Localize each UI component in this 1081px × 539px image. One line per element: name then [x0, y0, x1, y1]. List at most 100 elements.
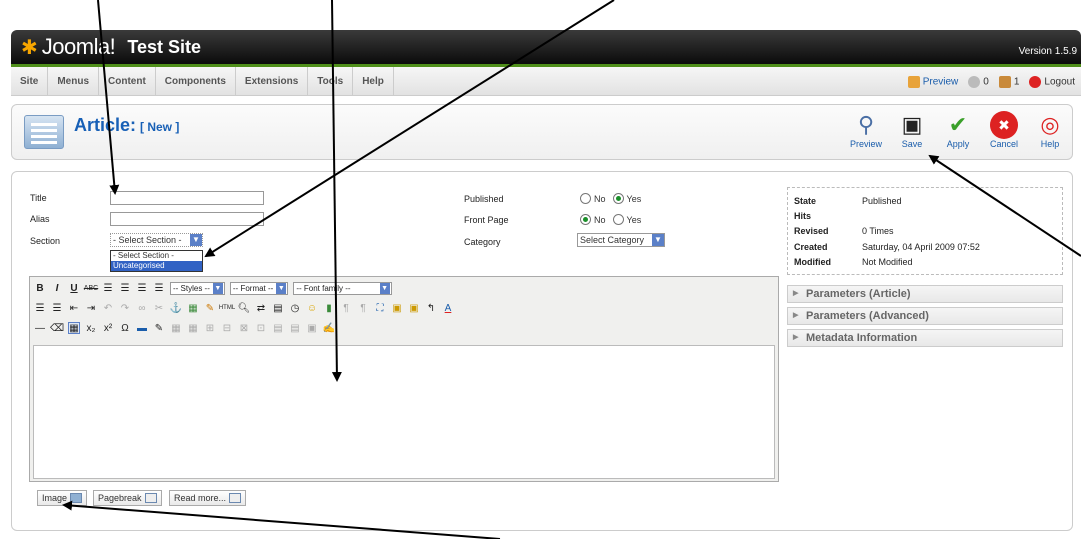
- media-icon[interactable]: ▮: [323, 302, 335, 314]
- apply-button[interactable]: ✔ Apply: [942, 111, 974, 149]
- magnifier-icon: ⚲: [857, 112, 875, 137]
- align-right-icon[interactable]: ☰: [136, 282, 148, 294]
- rtl-icon[interactable]: ¶: [357, 302, 369, 314]
- insert-time-icon[interactable]: ◷: [289, 302, 301, 314]
- section-select[interactable]: - Select Section - ▼: [110, 233, 203, 247]
- emoticon-icon[interactable]: ☺: [306, 302, 318, 314]
- version-label: Version 1.5.9: [1018, 46, 1077, 57]
- pagebreak-button[interactable]: Pagebreak: [93, 490, 162, 506]
- horizontal-rule-icon[interactable]: —: [34, 322, 46, 334]
- underline-icon[interactable]: U: [68, 282, 80, 294]
- line-icon[interactable]: ▬: [136, 322, 148, 334]
- find-icon[interactable]: 🔍︎: [238, 302, 251, 314]
- menu-menus[interactable]: Menus: [48, 66, 100, 96]
- image-button[interactable]: Image: [37, 490, 88, 506]
- insert-date-icon[interactable]: ▤: [272, 302, 284, 314]
- menu-site[interactable]: Site: [11, 66, 49, 96]
- category-select[interactable]: Select Category ▼: [577, 233, 665, 247]
- editor-content-area[interactable]: [33, 345, 775, 479]
- section-option-highlighted[interactable]: Uncategorised: [111, 261, 202, 271]
- anchor-icon[interactable]: ⚓: [170, 302, 182, 314]
- html-icon[interactable]: HTML: [219, 302, 235, 314]
- menu-extensions[interactable]: Extensions: [236, 66, 309, 96]
- panel-metadata-information[interactable]: Metadata Information: [787, 329, 1063, 347]
- hits-label: Hits: [794, 211, 812, 221]
- layer-absolute-icon[interactable]: ▣: [306, 322, 318, 334]
- frontpage-no-radio[interactable]: [580, 214, 591, 225]
- panel-parameters-advanced[interactable]: Parameters (Advanced): [787, 307, 1063, 325]
- frontpage-yes-radio[interactable]: [612, 214, 624, 225]
- select-all-icon[interactable]: ↰: [425, 302, 437, 314]
- toolbar-box: Article:[ New ] ⚲ Preview ▣ Save ✔ Apply ✖ C…: [11, 104, 1073, 160]
- superscript-icon[interactable]: x²: [102, 322, 114, 334]
- fullscreen-icon[interactable]: ⛶: [374, 302, 386, 314]
- cleanup-icon[interactable]: ✎: [204, 302, 216, 314]
- align-left-icon[interactable]: ☰: [102, 282, 114, 294]
- italic-icon[interactable]: I: [51, 282, 63, 294]
- image-icon[interactable]: ▦: [187, 302, 199, 314]
- preview-button[interactable]: ⚲ Preview: [850, 111, 882, 149]
- link-icon[interactable]: ∞: [136, 302, 148, 314]
- undo-icon[interactable]: ↶: [102, 302, 114, 314]
- bullet-list-icon[interactable]: ☰: [34, 302, 46, 314]
- outdent-icon[interactable]: ⇤: [68, 302, 80, 314]
- table-delete-icon[interactable]: ⊟: [221, 322, 233, 334]
- table-split-icon[interactable]: ⊡: [255, 322, 267, 334]
- subscript-icon[interactable]: x₂: [85, 322, 97, 334]
- special-char-icon[interactable]: Ω: [119, 322, 131, 334]
- layer-icon[interactable]: ▤: [272, 322, 284, 334]
- alias-label: Alias: [30, 214, 50, 224]
- published-no-radio[interactable]: [580, 193, 591, 204]
- strikethrough-icon[interactable]: ABC: [84, 282, 98, 294]
- menu-help[interactable]: Help: [353, 66, 394, 96]
- attributes-icon[interactable]: ✍: [323, 322, 335, 334]
- preview-link[interactable]: Preview: [907, 75, 958, 88]
- format-select[interactable]: -- Format --: [229, 281, 289, 295]
- readmore-button[interactable]: Read more...: [169, 490, 247, 506]
- frontpage-radio: No Yes: [580, 214, 641, 225]
- messages-count[interactable]: 0: [968, 75, 989, 88]
- joomla-admin: ✱ Joomla! Test Site Version 1.5.9 Site M…: [0, 0, 1081, 539]
- menu-tools[interactable]: Tools: [308, 66, 354, 96]
- category-label: Category: [464, 237, 501, 247]
- section-option[interactable]: - Select Section -: [111, 251, 202, 261]
- cancel-button[interactable]: ✖ Cancel: [988, 111, 1020, 149]
- help-button[interactable]: ◎ Help: [1034, 111, 1066, 149]
- users-count[interactable]: 1: [998, 75, 1019, 88]
- paste-icon[interactable]: ▣: [391, 302, 403, 314]
- logout-link[interactable]: Logout: [1029, 75, 1075, 88]
- numbered-list-icon[interactable]: ☰: [51, 302, 63, 314]
- align-center-icon[interactable]: ☰: [119, 282, 131, 294]
- title-input[interactable]: [110, 191, 264, 205]
- table-merge-icon[interactable]: ⊠: [238, 322, 250, 334]
- ltr-icon[interactable]: ¶: [340, 302, 352, 314]
- indent-icon[interactable]: ⇥: [85, 302, 97, 314]
- bold-icon[interactable]: B: [34, 282, 46, 294]
- cancel-icon: ✖: [990, 111, 1018, 139]
- chevron-down-icon: ▼: [190, 234, 202, 246]
- joomla-logo-icon: ✱: [21, 36, 38, 59]
- edit-css-icon[interactable]: ✎: [153, 322, 165, 334]
- paste-word-icon[interactable]: ▣: [408, 302, 420, 314]
- font-family-select[interactable]: -- Font family --: [293, 281, 392, 295]
- table-row-icon[interactable]: ▦: [187, 322, 199, 334]
- panel-parameters-article[interactable]: Parameters (Article): [787, 285, 1063, 303]
- styles-select[interactable]: -- Styles --: [170, 281, 225, 295]
- published-yes-radio[interactable]: [612, 193, 624, 204]
- replace-icon[interactable]: ⇄: [255, 302, 267, 314]
- revised-label: Revised: [794, 226, 829, 236]
- alias-input[interactable]: [110, 212, 264, 226]
- table-icon[interactable]: ▦: [170, 322, 182, 334]
- visual-aid-icon[interactable]: ▦: [68, 322, 80, 334]
- menu-content[interactable]: Content: [99, 66, 156, 96]
- font-color-icon[interactable]: A: [442, 302, 454, 314]
- menu-components[interactable]: Components: [156, 66, 236, 96]
- redo-icon[interactable]: ↷: [119, 302, 131, 314]
- layer-move-icon[interactable]: ▤: [289, 322, 301, 334]
- save-button[interactable]: ▣ Save: [896, 111, 928, 149]
- remove-format-icon[interactable]: ⌫: [50, 322, 64, 334]
- image-icon: [70, 493, 83, 503]
- align-justify-icon[interactable]: ☰: [153, 282, 165, 294]
- unlink-icon[interactable]: ✂: [153, 302, 165, 314]
- table-insert-icon[interactable]: ⊞: [204, 322, 216, 334]
